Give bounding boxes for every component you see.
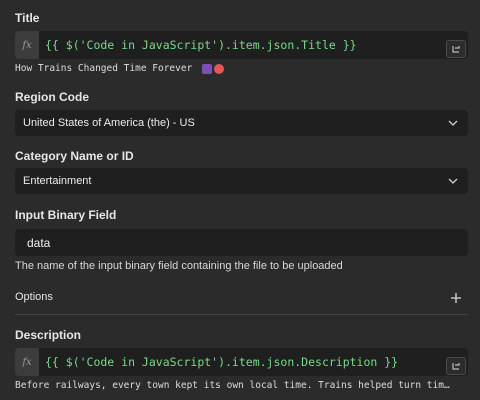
expand-expression-button[interactable] bbox=[446, 40, 466, 58]
title-preview: How Trains Changed Time Forever bbox=[15, 63, 468, 74]
node-parameters-panel: Title fx {{ $('Code in JavaScript').item… bbox=[0, 0, 480, 400]
title-expression-field[interactable]: fx {{ $('Code in JavaScript').item.json.… bbox=[15, 31, 468, 59]
description-expression-text: {{ $('Code in JavaScript').item.json.Des… bbox=[45, 355, 399, 369]
region-code-label: Region Code bbox=[15, 90, 89, 104]
description-label: Description bbox=[15, 328, 82, 342]
description-preview: Before railways, every town kept its own… bbox=[15, 380, 450, 391]
expand-icon bbox=[452, 46, 460, 53]
binary-field-hint: The name of the input binary field conta… bbox=[15, 260, 343, 272]
description-expression-field[interactable]: fx {{ $('Code in JavaScript').item.json.… bbox=[15, 348, 468, 376]
binary-field-value: data bbox=[27, 235, 51, 250]
category-select[interactable]: Entertainment bbox=[15, 168, 468, 194]
category-value: Entertainment bbox=[23, 175, 92, 187]
region-code-value: United States of America (the) - US bbox=[23, 117, 195, 129]
options-row[interactable]: Options bbox=[15, 283, 468, 313]
chevron-down-icon bbox=[448, 178, 458, 184]
category-label: Category Name or ID bbox=[15, 149, 134, 163]
train-emoji-icon bbox=[202, 63, 213, 74]
add-option-plus-icon[interactable] bbox=[448, 290, 464, 306]
divider bbox=[15, 314, 468, 315]
binary-field-input[interactable]: data bbox=[15, 229, 468, 256]
options-label: Options bbox=[15, 291, 53, 303]
title-label: Title bbox=[15, 11, 40, 25]
alarm-clock-emoji-icon bbox=[214, 63, 225, 74]
title-expression-text: {{ $('Code in JavaScript').item.json.Tit… bbox=[45, 38, 357, 52]
chevron-down-icon bbox=[448, 120, 458, 126]
fx-icon: fx bbox=[15, 348, 39, 376]
fx-icon: fx bbox=[15, 31, 39, 59]
expand-expression-button[interactable] bbox=[446, 357, 466, 375]
expand-icon bbox=[452, 363, 460, 370]
title-preview-text: How Trains Changed Time Forever bbox=[15, 63, 193, 74]
region-code-select[interactable]: United States of America (the) - US bbox=[15, 110, 468, 136]
binary-field-label: Input Binary Field bbox=[15, 208, 117, 222]
